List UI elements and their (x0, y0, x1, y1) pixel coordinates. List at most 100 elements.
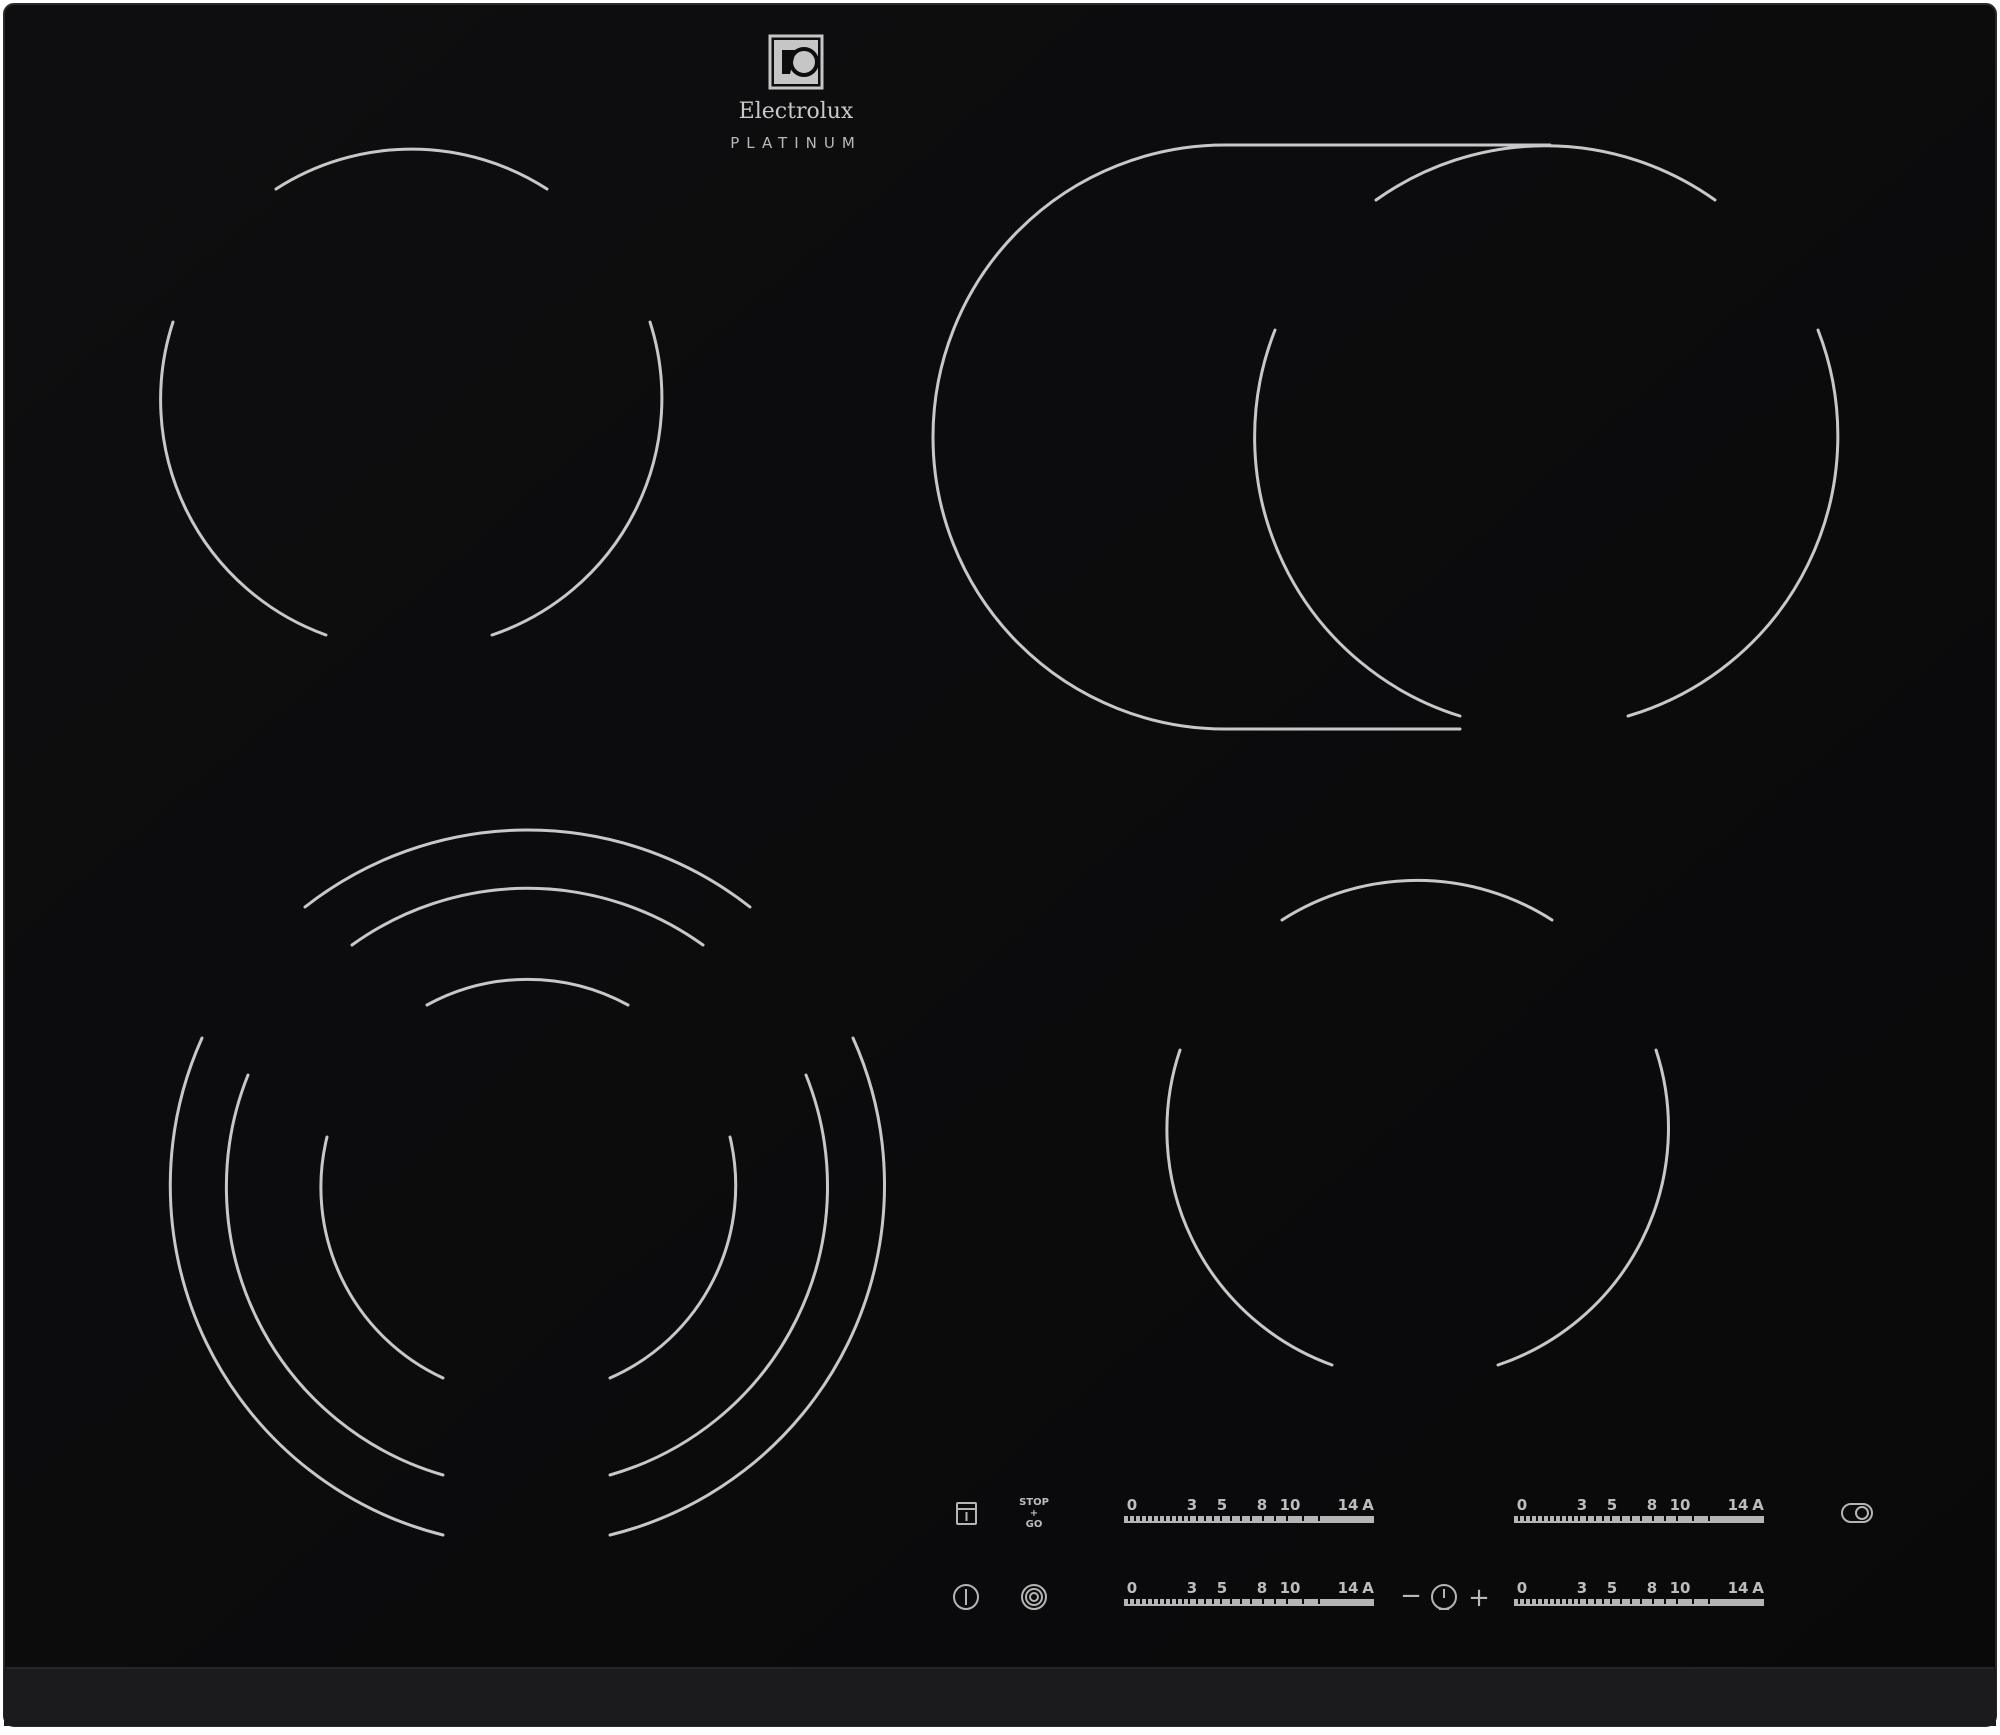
slider-tick (1596, 1516, 1602, 1521)
slider-tick (1604, 1516, 1610, 1521)
slider-tick (1580, 1516, 1586, 1521)
slider-scale-label: 10 (1670, 1579, 1691, 1597)
slider-tick (1666, 1516, 1676, 1521)
slider-tick (1666, 1599, 1676, 1604)
slider-tick (1264, 1599, 1274, 1604)
slider-tick (1190, 1599, 1196, 1604)
stop-go-label-2: + (1030, 1508, 1038, 1519)
stop-go-label-1: STOP (1019, 1497, 1049, 1508)
slider-tick (1514, 1516, 1518, 1521)
slider-tick (1514, 1599, 1518, 1604)
slider-tick (1596, 1599, 1602, 1604)
slider-scale-label: 0 (1517, 1579, 1527, 1597)
slider-tick (1642, 1599, 1652, 1604)
slider-tick (1580, 1599, 1586, 1604)
slider-tick (1276, 1516, 1286, 1521)
slider-scale-label: 5 (1607, 1496, 1617, 1514)
slider-baseline (1124, 1521, 1374, 1523)
slider-tick (1538, 1599, 1542, 1604)
slider-tick (1222, 1599, 1230, 1604)
slider-tick (1172, 1516, 1176, 1521)
timer-controls: − + (1400, 1581, 1490, 1613)
slider-tick (1288, 1599, 1302, 1604)
slider-scale-label: 14 (1338, 1579, 1359, 1597)
slider-scale-label: 8 (1257, 1496, 1267, 1514)
slider-tick (1588, 1516, 1594, 1521)
slider-tick (1304, 1599, 1318, 1604)
slider-baseline (1124, 1604, 1374, 1606)
hob-front-trim (4, 1668, 1996, 1726)
slider-tick (1532, 1516, 1536, 1521)
slider-tick (1574, 1599, 1578, 1604)
slider-scale-label: 5 (1217, 1496, 1227, 1514)
slider-tick (1574, 1516, 1578, 1521)
slider-tick (1678, 1599, 1692, 1604)
slider-tick (1694, 1599, 1708, 1604)
slider-tick (1654, 1516, 1664, 1521)
slider-tick (1632, 1599, 1640, 1604)
slider-tick (1526, 1599, 1530, 1604)
slider-scale-label: 5 (1607, 1579, 1617, 1597)
slider-tick (1242, 1599, 1250, 1604)
slider-tick (1550, 1599, 1554, 1604)
slider-scale-label: A (1362, 1496, 1374, 1514)
slider-tick (1544, 1599, 1548, 1604)
slider-tick (1622, 1516, 1630, 1521)
slider-scale-label: 10 (1280, 1496, 1301, 1514)
slider-tick (1320, 1516, 1374, 1521)
slider-tick (1622, 1599, 1630, 1604)
slider-scale-label: 3 (1577, 1496, 1587, 1514)
slider-scale-label: 0 (1517, 1496, 1527, 1514)
slider-tick (1612, 1516, 1620, 1521)
slider-tick (1206, 1599, 1212, 1604)
slider-tick (1304, 1516, 1318, 1521)
slider-tick (1214, 1516, 1220, 1521)
slider-tick (1654, 1599, 1664, 1604)
slider-scale-label: 14 (1728, 1496, 1749, 1514)
timer-plus-button[interactable]: + (1468, 1583, 1490, 1613)
slider-tick (1232, 1599, 1240, 1604)
slider-tick (1532, 1599, 1536, 1604)
slider-tick (1190, 1516, 1196, 1521)
slider-tick (1142, 1599, 1146, 1604)
slider-tick (1198, 1599, 1204, 1604)
slider-tick (1178, 1599, 1182, 1604)
slider-tick (1184, 1516, 1188, 1521)
timer-minus-button[interactable]: − (1400, 1581, 1422, 1611)
slider-scale-label: 5 (1217, 1579, 1227, 1597)
ceramic-hob: Electrolux PLATINUM STOP + GO 0 3 5 8 10… (3, 3, 1997, 1727)
slider-tick (1198, 1516, 1204, 1521)
slider-tick (1232, 1516, 1240, 1521)
slider-scale-label: 14 (1338, 1496, 1359, 1514)
slider-tick (1148, 1599, 1152, 1604)
slider-tick (1288, 1516, 1302, 1521)
slider-tick (1154, 1599, 1158, 1604)
slider-tick (1242, 1516, 1250, 1521)
brand-name: Electrolux (739, 99, 854, 124)
slider-scale-label: 0 (1127, 1496, 1137, 1514)
slider-scale-label: 8 (1257, 1579, 1267, 1597)
slider-tick (1556, 1516, 1560, 1521)
slider-tick (1544, 1516, 1548, 1521)
slider-tick (1612, 1599, 1620, 1604)
slider-scale-label: A (1752, 1496, 1764, 1514)
slider-scale-label: 10 (1280, 1579, 1301, 1597)
slider-tick (1160, 1516, 1164, 1521)
hob-glass-surface (3, 3, 1997, 1727)
slider-scale-label: 8 (1647, 1496, 1657, 1514)
slider-tick (1678, 1516, 1692, 1521)
slider-tick (1276, 1599, 1286, 1604)
slider-tick (1142, 1516, 1146, 1521)
slider-tick (1588, 1599, 1594, 1604)
slider-tick (1136, 1516, 1140, 1521)
slider-tick (1172, 1599, 1176, 1604)
slider-scale-label: 8 (1647, 1579, 1657, 1597)
slider-scale-label: 3 (1187, 1496, 1197, 1514)
slider-scale-label: 10 (1670, 1496, 1691, 1514)
slider-tick (1710, 1516, 1764, 1521)
stop-go-label-3: GO (1026, 1519, 1043, 1530)
slider-tick (1568, 1599, 1572, 1604)
slider-tick (1166, 1516, 1170, 1521)
slider-tick (1604, 1599, 1610, 1604)
slider-tick (1520, 1516, 1524, 1521)
